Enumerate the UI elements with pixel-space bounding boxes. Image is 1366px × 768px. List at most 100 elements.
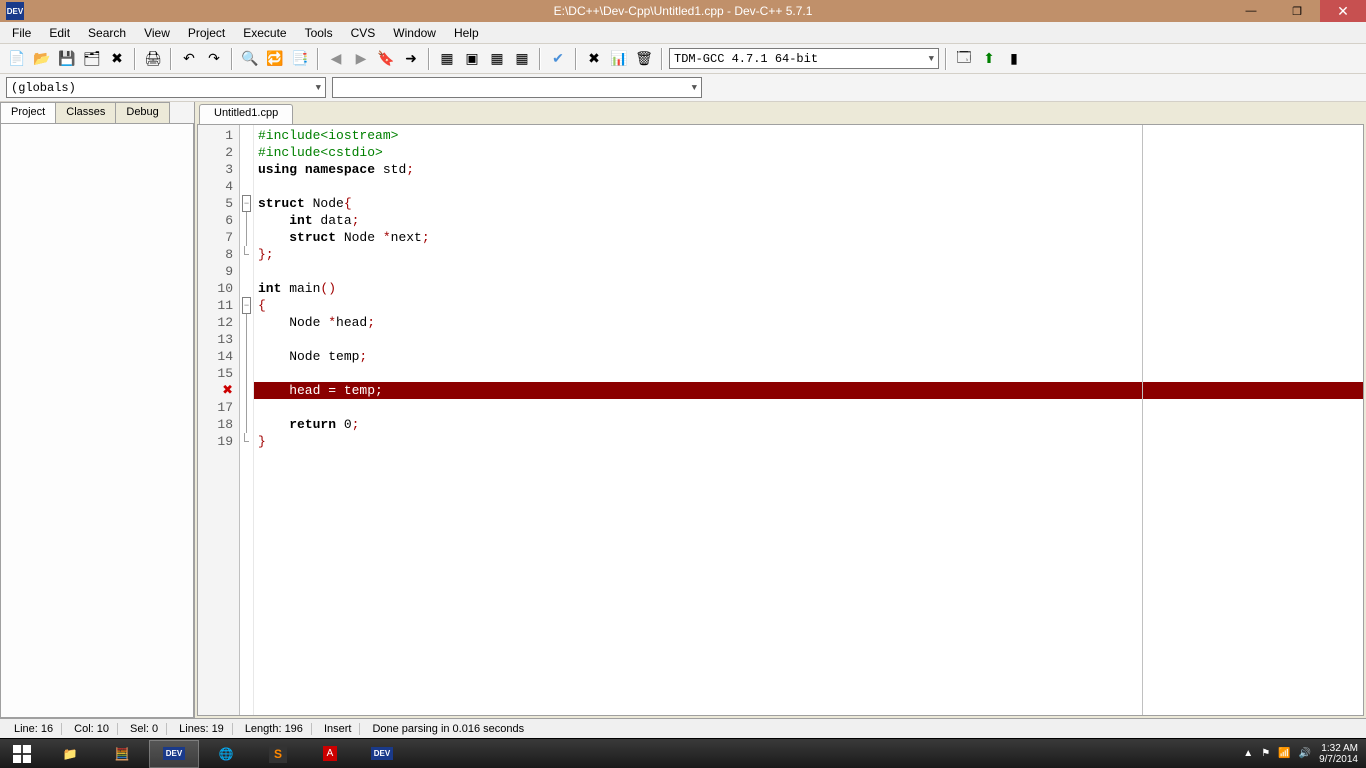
find-in-files-button[interactable]: 📑 (289, 48, 311, 70)
fold-marker[interactable] (240, 348, 253, 365)
fold-marker[interactable] (240, 416, 253, 433)
code-line[interactable]: }; (254, 246, 1363, 263)
fold-marker[interactable] (240, 433, 253, 450)
bookmark-button[interactable]: 🔖 (375, 48, 397, 70)
fold-marker[interactable] (240, 178, 253, 195)
new-class-button[interactable]: 🗔 (953, 48, 975, 70)
fold-marker[interactable] (240, 246, 253, 263)
print-button[interactable]: 🖨 (142, 48, 164, 70)
tray-clock[interactable]: 1:32 AM 9/7/2014 (1319, 743, 1358, 765)
code-line[interactable] (254, 263, 1363, 280)
fold-marker[interactable] (240, 161, 253, 178)
code-line[interactable]: head = temp; (254, 382, 1363, 399)
tray-chevron-icon[interactable]: ▲ (1243, 748, 1253, 759)
menu-cvs[interactable]: CVS (343, 24, 384, 42)
scope-combo[interactable]: (globals)▼ (6, 77, 326, 98)
taskbar-devcpp2[interactable]: DEV (357, 740, 407, 768)
profile-button[interactable]: 📊 (608, 48, 630, 70)
fold-marker[interactable]: − (240, 297, 253, 314)
taskbar-sublime[interactable]: S (253, 740, 303, 768)
tray-network-icon[interactable]: 📶 (1278, 748, 1290, 759)
tray-flag-icon[interactable]: ⚑ (1261, 748, 1270, 759)
menu-tools[interactable]: Tools (297, 24, 341, 42)
code-line[interactable]: struct Node *next; (254, 229, 1363, 246)
maximize-button[interactable]: ❐ (1274, 0, 1320, 22)
code-line[interactable]: return 0; (254, 416, 1363, 433)
fold-marker[interactable]: − (240, 195, 253, 212)
code-line[interactable]: #include<cstdio> (254, 144, 1363, 161)
rebuild-button[interactable]: ▦ (511, 48, 533, 70)
code-line[interactable]: int data; (254, 212, 1363, 229)
taskbar-devcpp[interactable]: DEV (149, 740, 199, 768)
code-content[interactable]: #include<iostream>#include<cstdio>using … (254, 125, 1363, 715)
fold-marker[interactable] (240, 331, 253, 348)
code-line[interactable] (254, 178, 1363, 195)
taskbar-explorer[interactable]: 📁 (45, 740, 95, 768)
menu-help[interactable]: Help (446, 24, 487, 42)
menu-file[interactable]: File (4, 24, 39, 42)
system-tray[interactable]: ▲ ⚑ 📶 🔊 1:32 AM 9/7/2014 (1243, 743, 1366, 765)
toggle-button[interactable]: ▮ (1003, 48, 1025, 70)
code-line[interactable]: { (254, 297, 1363, 314)
debug-button[interactable]: ✖ (583, 48, 605, 70)
close-button[interactable]: ✕ (1320, 0, 1366, 22)
fold-column[interactable]: −− (240, 125, 254, 715)
taskbar-adobe[interactable]: A (305, 740, 355, 768)
fold-marker[interactable] (240, 314, 253, 331)
code-line[interactable] (254, 399, 1363, 416)
close-file-button[interactable]: ✖ (106, 48, 128, 70)
code-line[interactable] (254, 365, 1363, 382)
code-line[interactable]: } (254, 433, 1363, 450)
find-button[interactable]: 🔍 (239, 48, 261, 70)
run-button[interactable]: ▣ (461, 48, 483, 70)
back-button[interactable]: ◀ (325, 48, 347, 70)
file-tab[interactable]: Untitled1.cpp (199, 104, 293, 124)
redo-button[interactable]: ↷ (203, 48, 225, 70)
fold-marker[interactable] (240, 399, 253, 416)
syntax-check-button[interactable]: ✔ (547, 48, 569, 70)
code-line[interactable]: using namespace std; (254, 161, 1363, 178)
minimize-button[interactable]: — (1228, 0, 1274, 22)
open-button[interactable]: 📂 (31, 48, 53, 70)
fold-marker[interactable] (240, 127, 253, 144)
menu-view[interactable]: View (136, 24, 178, 42)
fold-marker[interactable] (240, 144, 253, 161)
start-button[interactable] (0, 739, 44, 768)
code-line[interactable]: Node temp; (254, 348, 1363, 365)
compiler-select[interactable]: TDM-GCC 4.7.1 64-bit▼ (669, 48, 939, 69)
fold-marker[interactable] (240, 212, 253, 229)
save-button[interactable]: 💾 (56, 48, 78, 70)
taskbar-calc[interactable]: 🧮 (97, 740, 147, 768)
fold-marker[interactable] (240, 365, 253, 382)
menu-edit[interactable]: Edit (41, 24, 78, 42)
code-line[interactable]: struct Node{ (254, 195, 1363, 212)
side-tab-debug[interactable]: Debug (115, 102, 169, 124)
code-line[interactable]: Node *head; (254, 314, 1363, 331)
project-tree[interactable] (0, 123, 194, 718)
menu-project[interactable]: Project (180, 24, 233, 42)
clean-button[interactable]: 🗑 (633, 48, 655, 70)
fold-marker[interactable] (240, 382, 253, 399)
code-editor[interactable]: 123456789101112131415✖171819 −− #include… (197, 124, 1364, 716)
menu-search[interactable]: Search (80, 24, 134, 42)
menu-execute[interactable]: Execute (235, 24, 294, 42)
new-file-button[interactable]: 📄 (6, 48, 28, 70)
forward-button[interactable]: ▶ (350, 48, 372, 70)
side-tab-project[interactable]: Project (0, 102, 56, 124)
code-line[interactable]: int main() (254, 280, 1363, 297)
fold-marker[interactable] (240, 280, 253, 297)
undo-button[interactable]: ↶ (178, 48, 200, 70)
goto-button[interactable]: ➜ (400, 48, 422, 70)
fold-marker[interactable] (240, 229, 253, 246)
side-tab-classes[interactable]: Classes (55, 102, 116, 124)
code-line[interactable]: #include<iostream> (254, 127, 1363, 144)
tray-volume-icon[interactable]: 🔊 (1299, 748, 1311, 759)
compile-run-button[interactable]: ▦ (486, 48, 508, 70)
member-combo[interactable]: ▼ (332, 77, 702, 98)
insert-button[interactable]: ⬆ (978, 48, 1000, 70)
menu-window[interactable]: Window (385, 24, 444, 42)
save-all-button[interactable]: 🗂 (81, 48, 103, 70)
taskbar-chrome[interactable]: 🌐 (201, 740, 251, 768)
replace-button[interactable]: 🔁 (264, 48, 286, 70)
code-line[interactable] (254, 331, 1363, 348)
